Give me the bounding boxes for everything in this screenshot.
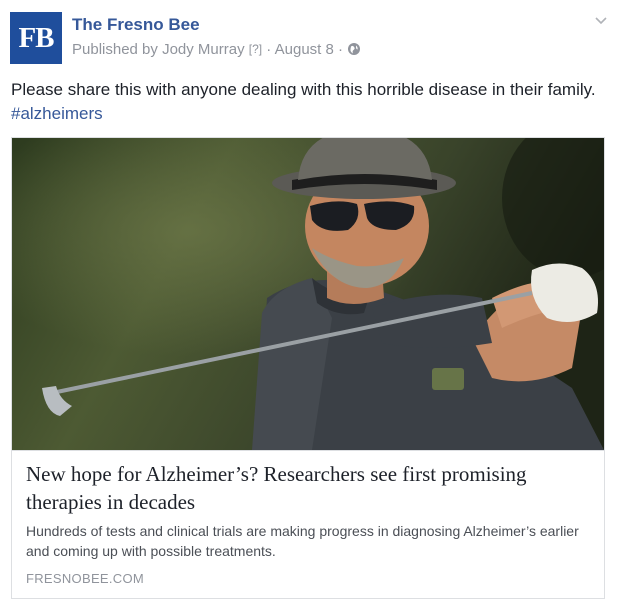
chevron-down-icon[interactable] [593, 14, 609, 28]
link-preview-card[interactable]: New hope for Alzheimer’s? Researchers se… [11, 137, 605, 599]
publisher-name[interactable]: Jody Murray [162, 41, 245, 58]
page-name-link[interactable]: The Fresno Bee [72, 15, 200, 35]
globe-icon[interactable] [347, 42, 361, 60]
post-message: Please share this with anyone dealing wi… [11, 78, 601, 126]
meta-separator: · [266, 41, 272, 58]
help-marker[interactable]: [?] [249, 42, 262, 56]
feed-post: FB The Fresno Bee Published by Jody Murr… [0, 0, 620, 616]
article-domain: FRESNOBEE.COM [26, 571, 145, 586]
published-by-label: Published by [72, 41, 158, 58]
post-date-link[interactable]: August 8 [275, 41, 334, 58]
article-title[interactable]: New hope for Alzheimer’s? Researchers se… [26, 460, 586, 516]
message-text: Please share this with anyone dealing wi… [11, 80, 596, 99]
post-meta: Published by Jody Murray [?] · August 8 … [72, 41, 361, 60]
hashtag-link[interactable]: #alzheimers [11, 104, 103, 123]
photo-golfer-swinging[interactable] [12, 138, 604, 450]
meta-separator: · [338, 41, 344, 58]
article-description: Hundreds of tests and clinical trials ar… [26, 523, 579, 559]
link-preview-body[interactable]: New hope for Alzheimer’s? Researchers se… [12, 450, 604, 598]
page-logo[interactable]: FB [10, 12, 62, 64]
